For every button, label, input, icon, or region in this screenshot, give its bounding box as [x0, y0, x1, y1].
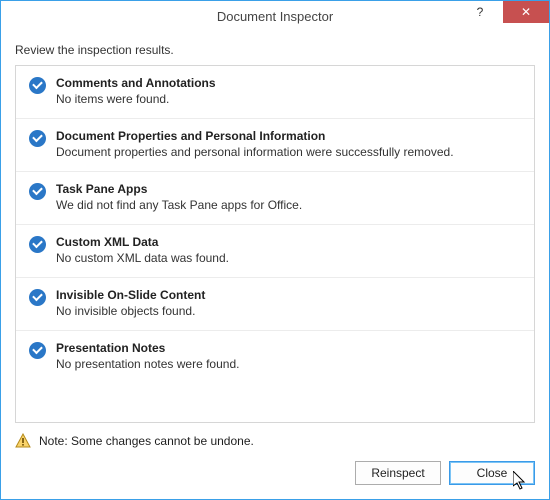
result-item: Custom XML Data No custom XML data was f…: [16, 225, 534, 278]
warning-icon: [15, 433, 31, 449]
result-title: Custom XML Data: [56, 235, 524, 249]
check-icon: [29, 77, 46, 94]
result-desc: No invisible objects found.: [56, 304, 524, 318]
result-desc: We did not find any Task Pane apps for O…: [56, 198, 524, 212]
result-item: Task Pane Apps We did not find any Task …: [16, 172, 534, 225]
check-icon: [29, 342, 46, 359]
note-line: Note: Some changes cannot be undone.: [15, 433, 535, 449]
check-icon: [29, 236, 46, 253]
button-row: Reinspect Close: [15, 461, 535, 485]
result-title: Invisible On-Slide Content: [56, 288, 524, 302]
note-text: Note: Some changes cannot be undone.: [39, 434, 254, 448]
window-close-button[interactable]: ✕: [503, 1, 549, 23]
instruction-text: Review the inspection results.: [15, 43, 535, 57]
close-icon: ✕: [521, 5, 531, 19]
content-area: Review the inspection results. Comments …: [1, 31, 549, 423]
result-title: Task Pane Apps: [56, 182, 524, 196]
help-icon: ?: [477, 5, 484, 19]
check-icon: [29, 289, 46, 306]
result-desc: No custom XML data was found.: [56, 251, 524, 265]
help-button[interactable]: ?: [457, 1, 503, 23]
footer: Note: Some changes cannot be undone. Rei…: [1, 423, 549, 499]
titlebar-controls: ? ✕: [457, 1, 549, 31]
results-list: Comments and Annotations No items were f…: [15, 65, 535, 423]
result-item: Comments and Annotations No items were f…: [16, 66, 534, 119]
result-desc: No presentation notes were found.: [56, 357, 524, 371]
check-icon: [29, 130, 46, 147]
dialog-window: Document Inspector ? ✕ Review the inspec…: [0, 0, 550, 500]
titlebar: Document Inspector ? ✕: [1, 1, 549, 31]
result-title: Presentation Notes: [56, 341, 524, 355]
result-desc: Document properties and personal informa…: [56, 145, 524, 159]
result-title: Document Properties and Personal Informa…: [56, 129, 524, 143]
result-title: Comments and Annotations: [56, 76, 524, 90]
result-item: Document Properties and Personal Informa…: [16, 119, 534, 172]
check-icon: [29, 183, 46, 200]
result-desc: No items were found.: [56, 92, 524, 106]
result-item: Presentation Notes No presentation notes…: [16, 331, 534, 383]
result-item: Invisible On-Slide Content No invisible …: [16, 278, 534, 331]
close-button[interactable]: Close: [449, 461, 535, 485]
reinspect-button[interactable]: Reinspect: [355, 461, 441, 485]
